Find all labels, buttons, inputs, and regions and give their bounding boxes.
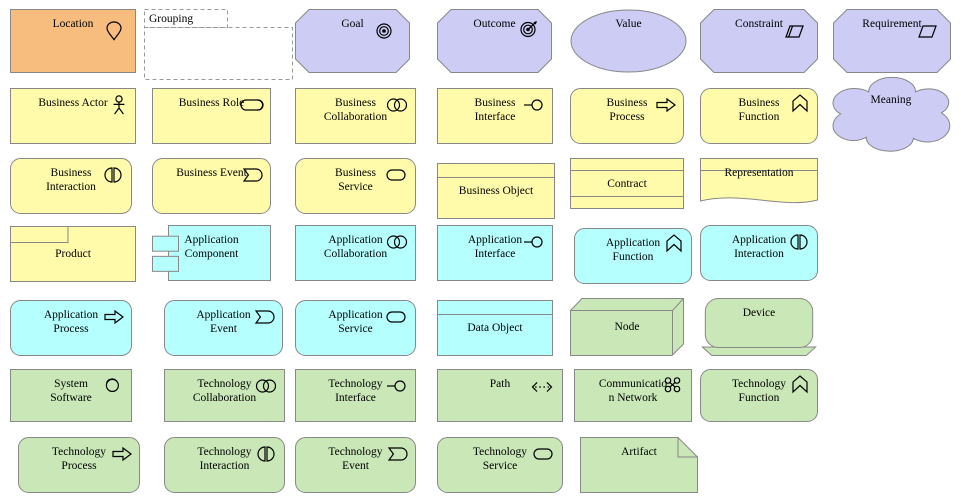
element-application-service[interactable]: Application Service — [295, 300, 416, 356]
element-shape-node — [570, 298, 684, 356]
element-shape-application-component — [152, 225, 271, 281]
element-constraint[interactable]: Constraint — [700, 9, 818, 73]
element-application-component[interactable]: Application Component — [152, 225, 271, 281]
element-data-object[interactable]: Data Object — [437, 300, 553, 356]
element-outcome[interactable]: Outcome — [437, 9, 552, 73]
archimate-palette-canvas: Location Grouping Goal Outcome Value Constra… — [0, 0, 961, 504]
element-technology-service[interactable]: Technology Service — [437, 437, 563, 493]
element-shape-technology-service — [437, 437, 563, 493]
element-shape-application-service — [295, 300, 416, 356]
element-shape-requirement — [833, 9, 951, 73]
element-shape-constraint — [700, 9, 818, 73]
element-business-interface[interactable]: Business Interface — [437, 88, 553, 144]
element-application-function[interactable]: Application Function — [574, 228, 692, 284]
element-shape-system-software — [10, 369, 132, 422]
element-business-object[interactable]: Business Object — [437, 163, 555, 219]
element-shape-grouping — [144, 9, 293, 80]
element-device[interactable]: Device — [700, 298, 818, 356]
element-technology-function[interactable]: Technology Function — [700, 369, 818, 422]
element-business-service[interactable]: Business Service — [295, 158, 416, 214]
element-node[interactable]: Node — [570, 298, 684, 356]
element-shape-application-collaboration — [295, 225, 416, 281]
element-requirement[interactable]: Requirement — [833, 9, 951, 73]
element-shape-business-actor — [10, 88, 136, 144]
element-shape-device — [700, 298, 818, 356]
element-shape-business-role — [152, 88, 271, 144]
element-shape-business-object — [437, 163, 555, 219]
element-business-interaction[interactable]: Business Interaction — [10, 158, 132, 214]
element-shape-business-collaboration — [295, 88, 416, 144]
element-path[interactable]: Path — [437, 369, 563, 422]
element-application-interaction[interactable]: Application Interaction — [700, 225, 818, 281]
element-business-function[interactable]: Business Function — [700, 88, 818, 144]
element-artifact[interactable]: Artifact — [580, 437, 698, 493]
element-shape-application-event — [164, 300, 283, 356]
element-shape-representation — [700, 158, 818, 210]
element-shape-technology-function — [700, 369, 818, 422]
element-technology-interaction[interactable]: Technology Interaction — [164, 437, 285, 493]
element-shape-goal — [295, 9, 410, 73]
element-technology-collaboration[interactable]: Technology Collaboration — [164, 369, 285, 422]
element-shape-application-interface — [437, 225, 553, 281]
element-shape-product — [10, 226, 136, 282]
element-shape-outcome — [437, 9, 552, 73]
element-business-actor[interactable]: Business Actor — [10, 88, 136, 144]
element-shape-value — [570, 9, 687, 73]
element-shape-location — [10, 9, 136, 73]
element-meaning[interactable]: Meaning — [832, 76, 951, 152]
element-technology-interface[interactable]: Technology Interface — [295, 369, 416, 422]
element-business-event[interactable]: Business Event — [152, 158, 271, 214]
element-grouping[interactable]: Grouping — [144, 9, 293, 80]
element-shape-business-interaction — [10, 158, 132, 214]
element-contract[interactable]: Contract — [570, 158, 684, 209]
element-communication-network[interactable]: Communicatio n Network — [574, 369, 692, 422]
element-technology-event[interactable]: Technology Event — [295, 437, 416, 493]
element-shape-technology-event — [295, 437, 416, 493]
element-value[interactable]: Value — [570, 9, 687, 73]
element-shape-artifact — [580, 437, 698, 493]
element-application-event[interactable]: Application Event — [164, 300, 283, 356]
element-shape-business-process — [570, 88, 684, 144]
element-application-collaboration[interactable]: Application Collaboration — [295, 225, 416, 281]
element-application-interface[interactable]: Application Interface — [437, 225, 553, 281]
element-shape-business-event — [152, 158, 271, 214]
element-shape-business-interface — [437, 88, 553, 144]
element-shape-business-service — [295, 158, 416, 214]
element-shape-technology-collaboration — [164, 369, 285, 422]
element-shape-technology-process — [18, 437, 140, 493]
element-product[interactable]: Product — [10, 226, 136, 282]
element-shape-meaning — [832, 76, 951, 152]
element-shape-application-function — [574, 228, 692, 284]
element-shape-technology-interaction — [164, 437, 285, 493]
element-goal[interactable]: Goal — [295, 9, 410, 73]
element-location[interactable]: Location — [10, 9, 136, 73]
element-shape-application-interaction — [700, 225, 818, 281]
element-business-role[interactable]: Business Role — [152, 88, 271, 144]
element-shape-technology-interface — [295, 369, 416, 422]
element-shape-business-function — [700, 88, 818, 144]
element-technology-process[interactable]: Technology Process — [18, 437, 140, 493]
element-business-process[interactable]: Business Process — [570, 88, 684, 144]
element-shape-contract — [570, 158, 684, 209]
element-shape-path — [437, 369, 563, 422]
element-shape-communication-network — [574, 369, 692, 422]
element-representation[interactable]: Representation — [700, 158, 818, 210]
element-shape-data-object — [437, 300, 553, 356]
element-shape-application-process — [10, 300, 132, 356]
element-application-process[interactable]: Application Process — [10, 300, 132, 356]
element-business-collaboration[interactable]: Business Collaboration — [295, 88, 416, 144]
element-system-software[interactable]: System Software — [10, 369, 132, 422]
